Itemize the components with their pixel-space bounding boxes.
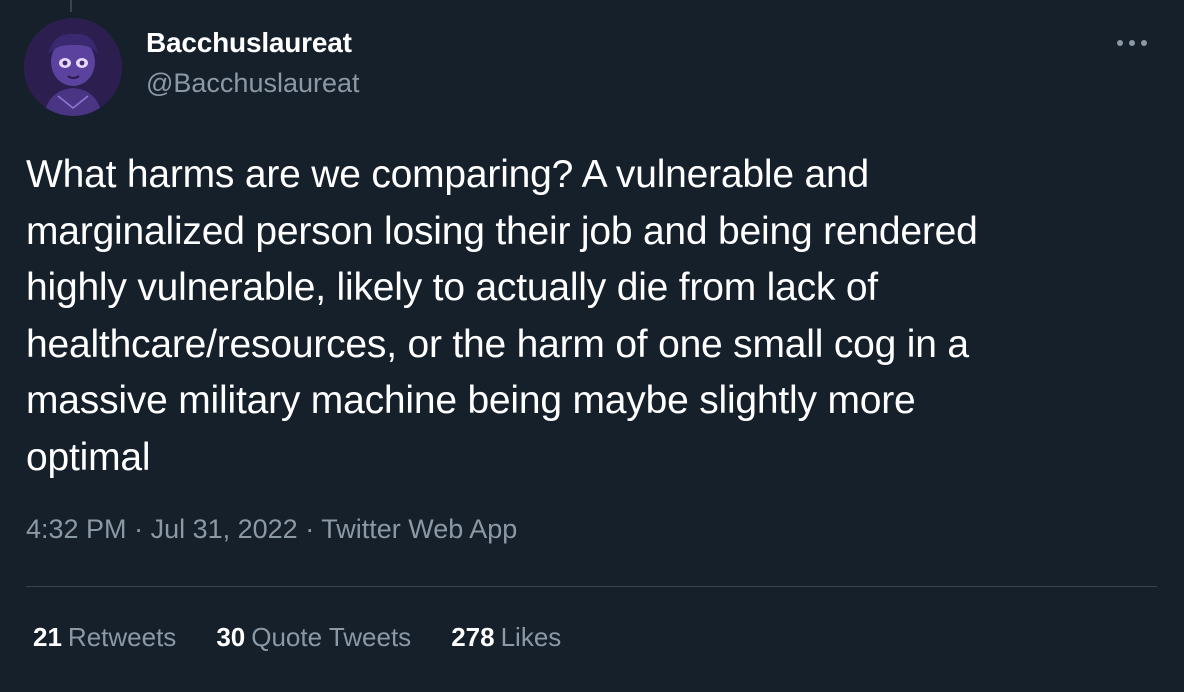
tweet-source[interactable]: Twitter Web App — [321, 514, 517, 544]
more-options-button[interactable] — [1110, 28, 1154, 58]
meta-separator: · — [126, 514, 151, 544]
quote-tweets-count: 30 — [216, 622, 246, 652]
tweet-detail: Bacchuslaureat @Bacchuslaureat What harm… — [0, 0, 1184, 692]
divider — [26, 586, 1157, 587]
retweets-stat[interactable]: 21 Retweets — [33, 622, 176, 653]
avatar[interactable] — [24, 18, 122, 116]
likes-count: 278 — [451, 622, 495, 652]
tweet-stats: 21 Retweets 30 Quote Tweets 278 Likes — [33, 622, 561, 653]
retweets-count: 21 — [33, 622, 62, 652]
tweet-metadata: 4:32 PM · Jul 31, 2022 · Twitter Web App — [26, 514, 517, 545]
quote-tweets-stat[interactable]: 30 Quote Tweets — [216, 622, 411, 653]
user-handle[interactable]: @Bacchuslaureat — [146, 68, 360, 99]
tweet-time[interactable]: 4:32 PM — [26, 514, 127, 544]
display-name[interactable]: Bacchuslaureat — [146, 27, 352, 59]
tweet-date[interactable]: Jul 31, 2022 — [151, 514, 298, 544]
likes-stat[interactable]: 278 Likes — [451, 622, 561, 653]
more-icon — [1117, 40, 1147, 46]
retweets-label: Retweets — [67, 622, 177, 652]
thread-connector-line — [70, 0, 72, 12]
quote-tweets-label: Quote Tweets — [251, 622, 412, 652]
likes-label: Likes — [500, 622, 562, 652]
avatar-image — [24, 18, 122, 116]
meta-separator: · — [297, 514, 322, 544]
tweet-text: What harms are we comparing? A vulnerabl… — [26, 153, 978, 479]
